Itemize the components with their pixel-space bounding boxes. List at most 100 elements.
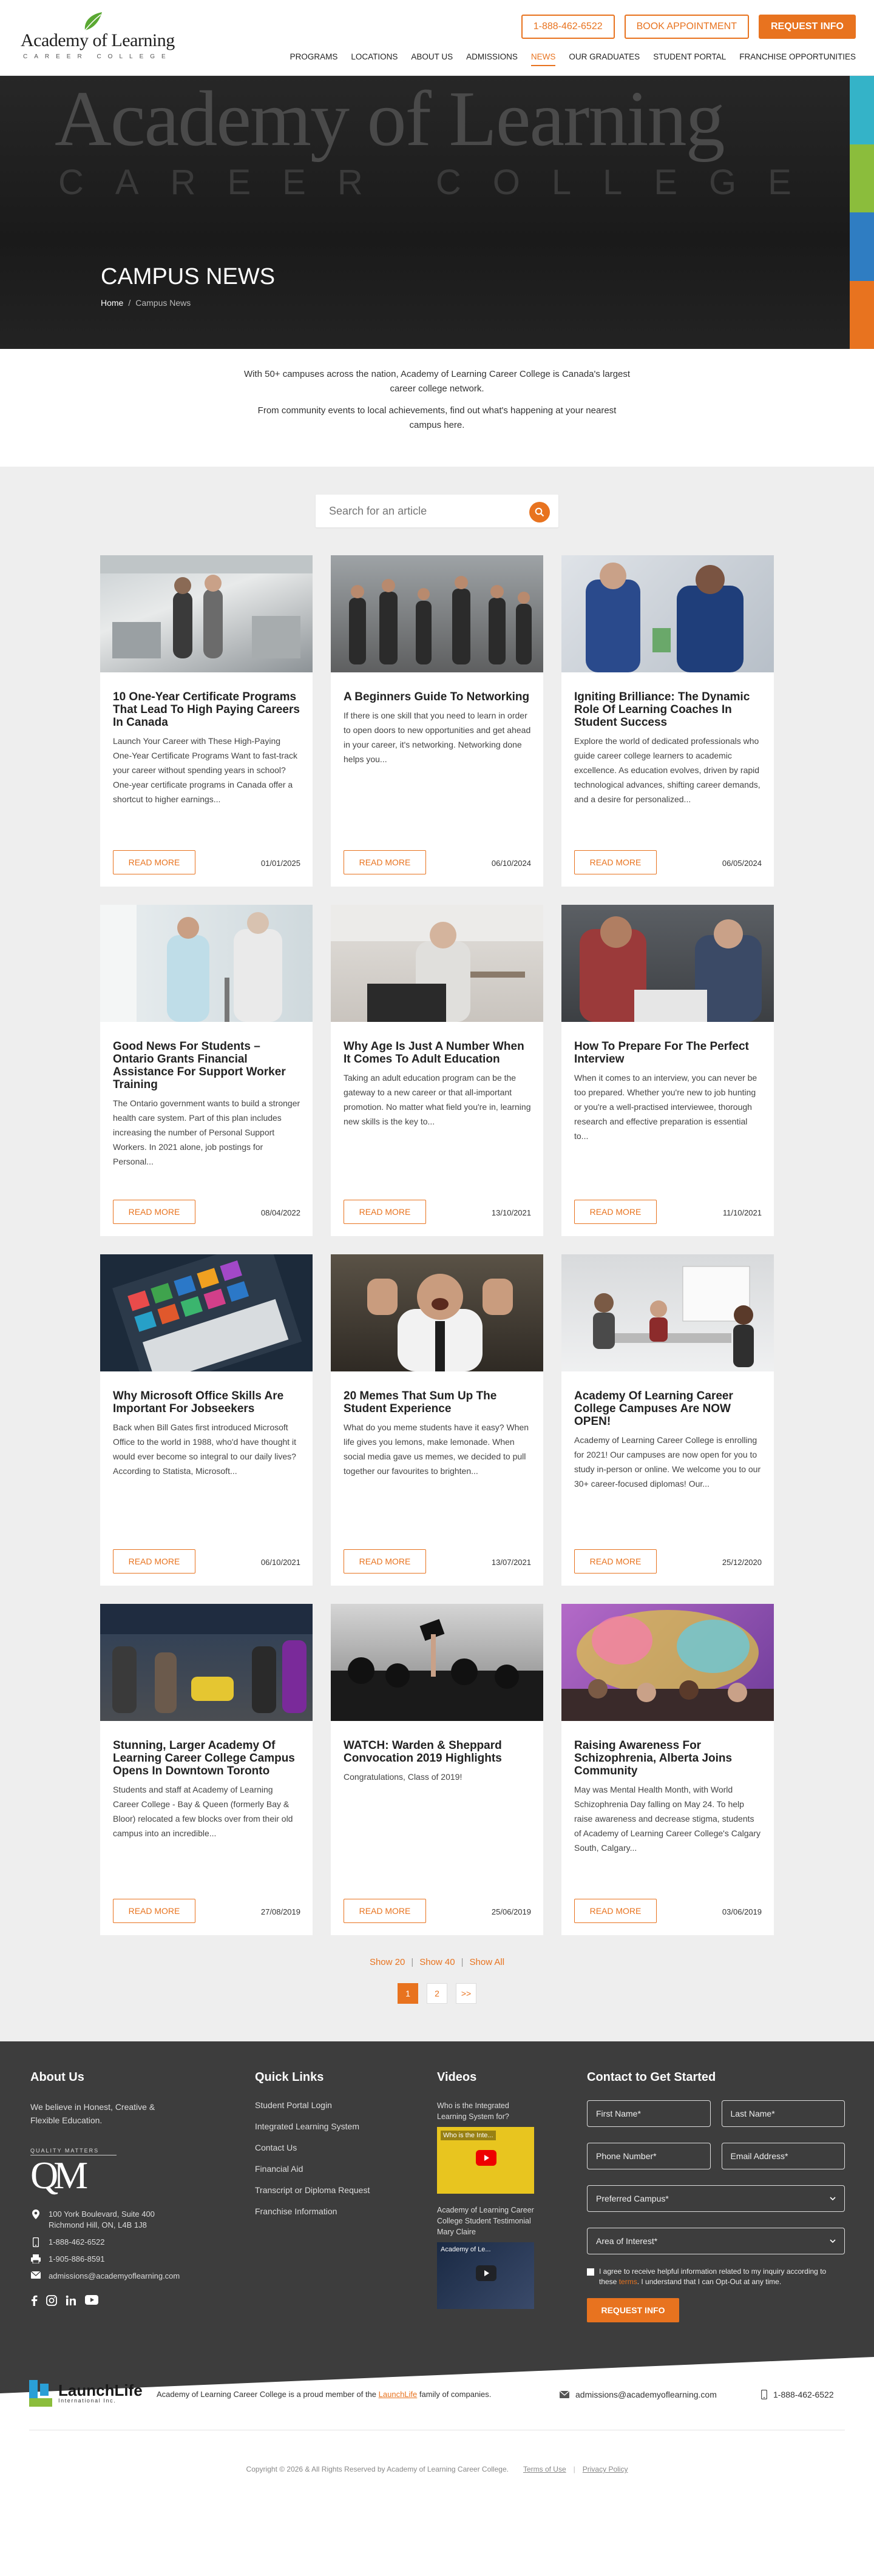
nav-programs[interactable]: PROGRAMS — [290, 52, 338, 66]
instagram-icon[interactable] — [46, 2295, 57, 2306]
nav-admissions[interactable]: ADMISSIONS — [466, 52, 518, 66]
request-info-button[interactable]: REQUEST INFO — [758, 15, 856, 39]
page-1-button[interactable]: 1 — [398, 1983, 418, 2004]
link-contact-us[interactable]: Contact Us — [255, 2143, 370, 2152]
launchlife-logo[interactable]: LaunchLife International Inc. — [29, 2380, 143, 2407]
article-image[interactable] — [100, 905, 313, 1022]
article-image[interactable] — [100, 555, 313, 672]
quality-matters-mark: QM — [30, 2154, 88, 2197]
read-more-button[interactable]: READ MORE — [574, 1200, 657, 1224]
article-title[interactable]: A Beginners Guide To Networking — [344, 691, 531, 703]
show-20-link[interactable]: Show 20 — [364, 1957, 411, 1967]
search-button[interactable] — [529, 502, 550, 522]
bottom-phone-text: 1-888-462-6522 — [773, 2390, 834, 2399]
launchlife-link[interactable]: LaunchLife — [379, 2390, 418, 2399]
footer-email[interactable]: admissions@academyoflearning.com — [30, 2271, 182, 2282]
intro-paragraph-2: From community events to local achieveme… — [257, 405, 617, 430]
article-date: 08/04/2022 — [260, 1208, 300, 1217]
terms-of-use-link[interactable]: Terms of Use — [523, 2465, 566, 2473]
article-excerpt: If there is one skill that you need to l… — [344, 711, 531, 764]
read-more-button[interactable]: READ MORE — [344, 1200, 426, 1224]
linkedin-icon[interactable] — [66, 2295, 76, 2306]
article-title[interactable]: 10 One-Year Certificate Programs That Le… — [113, 691, 300, 729]
footer-request-info-button[interactable]: REQUEST INFO — [587, 2298, 679, 2322]
article-title[interactable]: Stunning, Larger Academy Of Learning Car… — [113, 1739, 300, 1777]
nav-locations[interactable]: LOCATIONS — [351, 52, 398, 66]
article-image[interactable] — [561, 905, 774, 1022]
phone-button[interactable]: 1-888-462-6522 — [521, 15, 615, 39]
read-more-button[interactable]: READ MORE — [574, 850, 657, 874]
read-more-button[interactable]: READ MORE — [113, 850, 195, 874]
show-40-link[interactable]: Show 40 — [413, 1957, 461, 1967]
article-image[interactable] — [331, 555, 543, 672]
link-financial-aid[interactable]: Financial Aid — [255, 2164, 370, 2174]
phone-number-field[interactable]: Phone Number* — [587, 2143, 711, 2169]
link-integrated-learning-system[interactable]: Integrated Learning System — [255, 2121, 370, 2131]
article-title[interactable]: How To Prepare For The Perfect Interview — [574, 1040, 762, 1066]
article-title[interactable]: Igniting Brilliance: The Dynamic Role Of… — [574, 691, 762, 729]
nav-our-graduates[interactable]: OUR GRADUATES — [569, 52, 640, 66]
article-title[interactable]: WATCH: Warden & Sheppard Convocation 201… — [344, 1739, 531, 1765]
article-image[interactable] — [100, 1604, 313, 1721]
nav-about-us[interactable]: ABOUT US — [411, 52, 453, 66]
article-image[interactable] — [561, 1604, 774, 1721]
book-appointment-button[interactable]: BOOK APPOINTMENT — [624, 15, 749, 39]
consent-checkbox[interactable] — [587, 2268, 594, 2276]
read-more-button[interactable]: READ MORE — [113, 1200, 195, 1224]
article-title[interactable]: Why Microsoft Office Skills Are Importan… — [113, 1390, 300, 1415]
read-more-button[interactable]: READ MORE — [574, 1549, 657, 1574]
nav-student-portal[interactable]: STUDENT PORTAL — [653, 52, 726, 66]
link-transcript-request[interactable]: Transcript or Diploma Request — [255, 2185, 370, 2195]
breadcrumb-current: Campus News — [135, 298, 191, 308]
preferred-campus-select[interactable]: Preferred Campus* — [587, 2185, 845, 2212]
read-more-button[interactable]: READ MORE — [344, 850, 426, 874]
article-image[interactable] — [331, 905, 543, 1022]
facebook-icon[interactable] — [30, 2295, 38, 2306]
article-title[interactable]: Why Age Is Just A Number When It Comes T… — [344, 1040, 531, 1066]
email-address-field[interactable]: Email Address* — [721, 2143, 845, 2169]
article-title[interactable]: Raising Awareness For Schizophrenia, Alb… — [574, 1739, 762, 1777]
footer-address-text: 100 York Boulevard, Suite 400 Richmond H… — [49, 2209, 155, 2229]
read-more-button[interactable]: READ MORE — [344, 1549, 426, 1574]
show-all-link[interactable]: Show All — [464, 1957, 511, 1967]
page-2-button[interactable]: 2 — [427, 1983, 447, 2004]
privacy-policy-link[interactable]: Privacy Policy — [583, 2465, 628, 2473]
youtube-icon[interactable] — [85, 2295, 98, 2305]
search-input[interactable] — [316, 495, 522, 527]
article-card: Academy Of Learning Career College Campu… — [561, 1254, 774, 1586]
article-image[interactable] — [100, 1254, 313, 1371]
site-logo[interactable]: Academy of Learning CAREER COLLEGE — [21, 11, 175, 61]
link-franchise-information[interactable]: Franchise Information — [255, 2206, 370, 2216]
article-card: Igniting Brilliance: The Dynamic Role Of… — [561, 555, 774, 887]
read-more-button[interactable]: READ MORE — [113, 1899, 195, 1923]
article-image[interactable] — [561, 555, 774, 672]
read-more-button[interactable]: READ MORE — [113, 1549, 195, 1574]
nav-franchise-opportunities[interactable]: FRANCHISE OPPORTUNITIES — [739, 52, 856, 66]
video-1-thumbnail[interactable]: Who is the Inte... — [437, 2127, 534, 2194]
consent-terms-link[interactable]: terms — [619, 2277, 637, 2286]
article-excerpt: Explore the world of dedicated professio… — [574, 736, 761, 804]
article-image[interactable] — [331, 1604, 543, 1721]
read-more-button[interactable]: READ MORE — [344, 1899, 426, 1923]
article-title[interactable]: Good News For Students – Ontario Grants … — [113, 1040, 300, 1091]
article-image[interactable] — [331, 1254, 543, 1371]
article-title[interactable]: 20 Memes That Sum Up The Student Experie… — [344, 1390, 531, 1415]
phone-icon — [33, 2237, 39, 2247]
breadcrumb-home[interactable]: Home — [101, 298, 123, 308]
envelope-icon — [560, 2391, 569, 2398]
link-student-portal-login[interactable]: Student Portal Login — [255, 2100, 370, 2110]
area-of-interest-select[interactable]: Area of Interest* — [587, 2228, 845, 2254]
bottom-phone[interactable]: 1-888-462-6522 — [761, 2390, 834, 2399]
video-2-thumbnail[interactable]: Academy of Le... — [437, 2242, 534, 2309]
nav-news[interactable]: NEWS — [530, 52, 556, 66]
footer-phone[interactable]: 1-888-462-6522 — [30, 2237, 182, 2248]
footer-videos: Videos Who is the Integrated Learning Sy… — [437, 2071, 540, 2320]
article-title[interactable]: Academy Of Learning Career College Campu… — [574, 1390, 762, 1428]
next-page-button[interactable]: >> — [456, 1983, 476, 2004]
article-image[interactable] — [561, 1254, 774, 1371]
first-name-field[interactable]: First Name* — [587, 2100, 711, 2127]
bottom-email[interactable]: admissions@academyoflearning.com — [560, 2390, 717, 2399]
member-text-a: Academy of Learning Career College is a … — [157, 2390, 377, 2399]
last-name-field[interactable]: Last Name* — [721, 2100, 845, 2127]
read-more-button[interactable]: READ MORE — [574, 1899, 657, 1923]
